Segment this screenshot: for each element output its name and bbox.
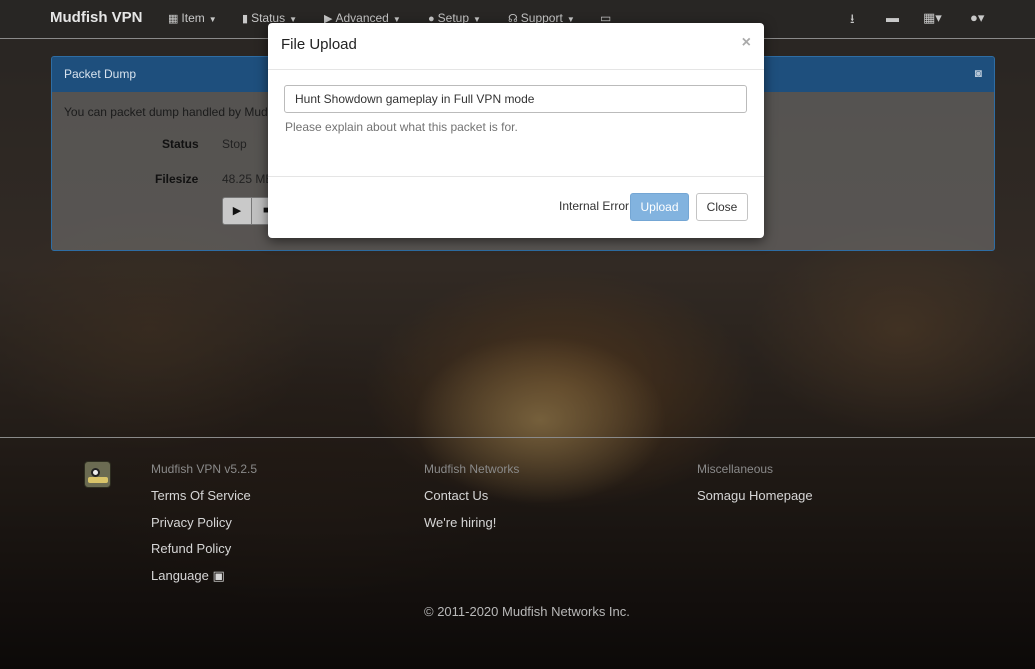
panel-title: Packet Dump — [64, 67, 137, 81]
status-value: Stop — [222, 137, 247, 151]
footer-heading-networks: Mudfish Networks — [424, 462, 520, 476]
language-label: Language — [151, 568, 209, 583]
filesize-label: Filesize — [155, 172, 199, 186]
play-button[interactable]: ▶ — [222, 197, 252, 225]
brand-link[interactable]: Mudfish VPN — [50, 9, 143, 26]
download-icon[interactable]: ⭳ — [850, 10, 855, 32]
apps-grid-icon[interactable]: ▦▾ — [923, 10, 942, 26]
modal-header-divider — [268, 69, 764, 70]
description-input[interactable] — [284, 85, 747, 113]
caret-down-icon: ▼ — [208, 15, 217, 24]
footer-divider — [0, 437, 1035, 438]
mudfish-logo-icon — [84, 461, 111, 488]
filesize-value: 48.25 ME — [222, 172, 274, 186]
footer-link-privacy[interactable]: Privacy Policy — [151, 515, 232, 530]
upload-button[interactable]: Upload — [630, 193, 689, 221]
file-upload-modal: File Upload × Please explain about what … — [268, 23, 764, 238]
footer-link-language[interactable]: Language ▣ — [151, 568, 225, 584]
modal-title: File Upload — [281, 36, 357, 53]
panel-description: You can packet dump handled by Mudfis — [64, 105, 280, 119]
footer-link-contact[interactable]: Contact Us — [424, 488, 488, 503]
comment-icon[interactable]: ▬ — [886, 10, 899, 25]
modal-footer-divider — [268, 176, 764, 177]
play-icon: ▶ — [232, 205, 242, 217]
status-label: Status — [162, 137, 199, 151]
grid-icon: ▦ — [168, 13, 179, 25]
nav-item-label: Item — [181, 11, 205, 25]
copyright-text: © 2011-2020 Mudfish Networks Inc. — [424, 604, 630, 619]
footer-link-terms[interactable]: Terms Of Service — [151, 488, 251, 503]
nav-item-item[interactable]: ▦ Item ▼ — [168, 11, 217, 25]
translate-icon: ▣ — [212, 568, 225, 583]
close-button[interactable]: Close — [696, 193, 748, 221]
footer-link-refund[interactable]: Refund Policy — [151, 541, 231, 556]
footer-link-somagu[interactable]: Somagu Homepage — [697, 488, 813, 503]
user-account-icon[interactable]: ●▾ — [970, 10, 984, 26]
bar-chart-icon: ▮ — [242, 13, 249, 25]
description-help-text: Please explain about what this packet is… — [285, 120, 518, 134]
close-icon[interactable]: × — [742, 34, 751, 52]
camera-icon[interactable]: ◙ — [975, 66, 982, 80]
footer-heading-mudfish-vpn: Mudfish VPN v5.2.5 — [151, 462, 258, 476]
footer-heading-misc: Miscellaneous — [697, 462, 774, 476]
upload-status-text: Internal Error — [559, 199, 630, 213]
footer-link-hiring[interactable]: We're hiring! — [424, 515, 496, 530]
